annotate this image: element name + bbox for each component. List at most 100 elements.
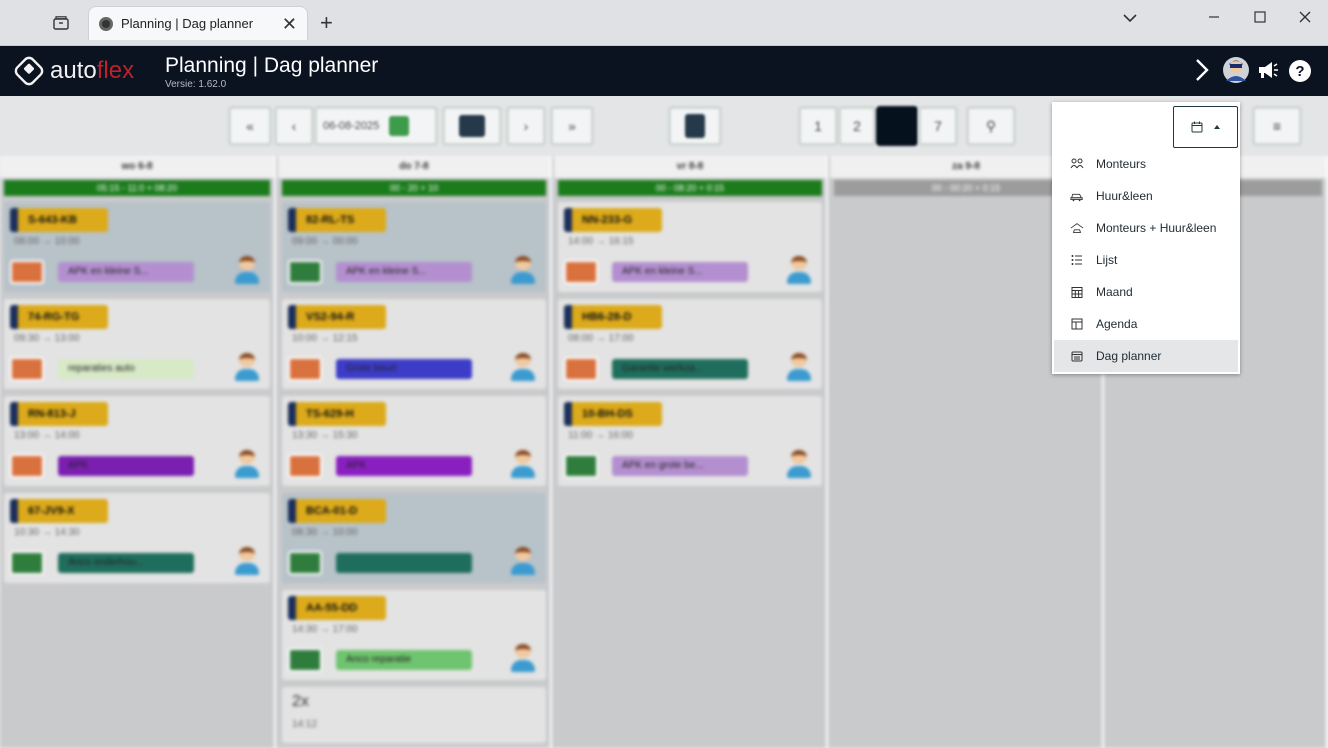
last-day-button[interactable]: » (550, 106, 594, 146)
appointment-card[interactable]: 82-RL-TS 09:00 → 00:00 APK en kleine S... (282, 202, 546, 292)
caret-up-icon (1213, 125, 1220, 129)
mechanic-avatar (234, 256, 260, 286)
license-plate: AA-55-DD (288, 596, 386, 620)
day-column: do 7-8 00 - 20 + 10 82-RL-TS 09:00 → 00:00 A… (278, 156, 552, 748)
day-column: vr 8-8 00 - 08:20 + 0:15 NN-233-G 14:00 → 1… (554, 156, 828, 748)
job-tag: APK (58, 456, 194, 476)
first-day-button[interactable]: « (228, 106, 272, 146)
appointment-card[interactable]: VS2-94-R 10:00 → 12:15 Grote beurt (282, 299, 546, 389)
today-button[interactable] (442, 106, 502, 146)
minimize-icon[interactable] (1202, 10, 1226, 28)
appointment-times: 10:30 → 14:30 (14, 527, 80, 538)
list-icon (1070, 253, 1084, 267)
category-icon (288, 260, 322, 284)
maximize-icon[interactable] (1248, 10, 1272, 28)
close-window-icon[interactable] (1293, 10, 1317, 28)
view-option-maand[interactable]: Maand (1054, 276, 1238, 308)
view-option-label: Maand (1096, 285, 1133, 299)
chevron-right-icon[interactable] (1194, 58, 1210, 88)
day-column: wo 6-8 05:15 - 11:0 + 08:20 S-643-KB 08:00 … (0, 156, 276, 748)
app-header: auto flex Planning | Dag planner Versie: … (0, 46, 1328, 96)
avatar[interactable] (1222, 56, 1250, 90)
category-icon (564, 357, 598, 381)
view-selector-button[interactable] (1173, 106, 1238, 148)
appointment-card[interactable]: 74-RG-TG 09:30 → 13:00 reparaties auto (4, 299, 270, 389)
group-time: 14:12 (292, 719, 318, 730)
view-2-day-button[interactable]: 2 (838, 106, 876, 146)
new-tab-button[interactable]: + (320, 10, 333, 36)
category-icon (564, 260, 598, 284)
mechanic-avatar (234, 450, 260, 480)
job-tag: Anco onderhou... (58, 553, 194, 573)
favicon-icon (99, 16, 113, 31)
view-option-label: Lijst (1096, 253, 1118, 267)
mechanic-avatar (234, 353, 260, 383)
close-tab-icon[interactable]: ✕ (282, 15, 297, 33)
appointment-card[interactable]: 67-JV9-X 10:30 → 14:30 Anco onderhou... (4, 493, 270, 583)
appointment-card[interactable]: RN-813-J 13:00 → 14:00 APK (4, 396, 270, 486)
job-tag: Garantie werkza... (612, 359, 748, 379)
job-tag: APK en kleine S... (612, 262, 748, 282)
tab-actions-icon[interactable] (48, 12, 74, 34)
license-plate: 67-JV9-X (10, 499, 108, 523)
browser-tab[interactable]: Planning | Dag planner ✕ (88, 6, 308, 40)
autoflex-logo[interactable]: auto flex (12, 54, 134, 88)
appointment-card[interactable]: 10-BH-DS 11:00 → 16:00 APK en grote be... (558, 396, 822, 486)
view-7-day-button[interactable]: 7 (918, 106, 958, 146)
appointment-card[interactable]: NN-233-G 14:00 → 16:15 APK en kleine S... (558, 202, 822, 292)
appointment-card[interactable]: AA-55-DD 14:30 → 17:00 Anco reparatie (282, 590, 546, 680)
license-plate: 10-BH-DS (564, 402, 662, 426)
view-5-day-button[interactable] (876, 106, 918, 146)
appointment-card[interactable]: S-643-KB 08:00 → 10:00 APK en kleine S... (4, 202, 270, 292)
job-tag: APK en kleine S... (336, 262, 472, 282)
appointment-times: 09:00 → 00:00 (292, 236, 358, 247)
tab-search-icon[interactable] (1118, 10, 1142, 28)
appointment-times: 08:30 → 10:00 (292, 527, 358, 538)
view-option-huur-leen[interactable]: Huur&leen (1054, 180, 1238, 212)
view-option-monteurs[interactable]: Monteurs (1054, 148, 1238, 180)
grouped-appointments-card[interactable]: 2x 14:12 (282, 687, 546, 743)
next-day-button[interactable]: › (506, 106, 546, 146)
help-icon[interactable]: ? (1288, 59, 1312, 89)
license-plate: TS-629-H (288, 402, 386, 426)
appointment-times: 13:30 → 15:30 (292, 430, 358, 441)
megaphone-icon[interactable] (1257, 60, 1279, 86)
logo-text: auto (50, 57, 97, 84)
appointment-card[interactable]: BCA-01-D 08:30 → 10:00 (282, 493, 546, 583)
job-tag: reparaties auto (58, 359, 194, 379)
prev-day-button[interactable]: ‹ (274, 106, 314, 146)
license-plate: VS2-94-R (288, 305, 386, 329)
appointment-times: 10:00 → 12:15 (292, 333, 358, 344)
view-option-dag-planner[interactable]: Dag planner (1054, 340, 1238, 372)
view-1-day-button[interactable]: 1 (798, 106, 838, 146)
license-plate: S-643-KB (10, 208, 108, 232)
view-option-agenda[interactable]: Agenda (1054, 308, 1238, 340)
job-tag: Grote beurt (336, 359, 472, 379)
appointment-card[interactable]: HB6-28-D 08:00 → 17:00 Garantie werkza... (558, 299, 822, 389)
view-option-monteurs-huur-leen[interactable]: Monteurs + Huur&leen (1054, 212, 1238, 244)
job-tag: APK en kleine S... (58, 262, 194, 282)
calendar-today-icon (459, 115, 485, 137)
mechanic-avatar (786, 256, 812, 286)
mechanic-avatar (510, 256, 536, 286)
appointment-times: 09:30 → 13:00 (14, 333, 80, 344)
trash-icon (685, 114, 705, 138)
appointment-card[interactable]: TS-629-H 13:30 → 15:30 APK (282, 396, 546, 486)
calendar-icon (1070, 349, 1084, 363)
license-plate: 74-RG-TG (10, 305, 108, 329)
search-button[interactable]: ⚲ (966, 106, 1016, 146)
view-option-lijst[interactable]: Lijst (1054, 244, 1238, 276)
license-plate: HB6-28-D (564, 305, 662, 329)
job-tag: APK (336, 456, 472, 476)
view-option-label: Agenda (1096, 317, 1138, 331)
settings-button[interactable]: ≡ (1252, 106, 1302, 146)
agenda-icon (1070, 317, 1084, 331)
logo-mark-icon (12, 54, 46, 88)
mechanic-avatar (786, 353, 812, 383)
car-rental-icon (1070, 189, 1084, 203)
mechanic-avatar (234, 547, 260, 577)
date-picker[interactable]: 06-08-2025 (314, 106, 438, 146)
delete-button[interactable] (668, 106, 722, 146)
mechanic-avatar (510, 353, 536, 383)
svg-text:?: ? (1295, 63, 1304, 80)
